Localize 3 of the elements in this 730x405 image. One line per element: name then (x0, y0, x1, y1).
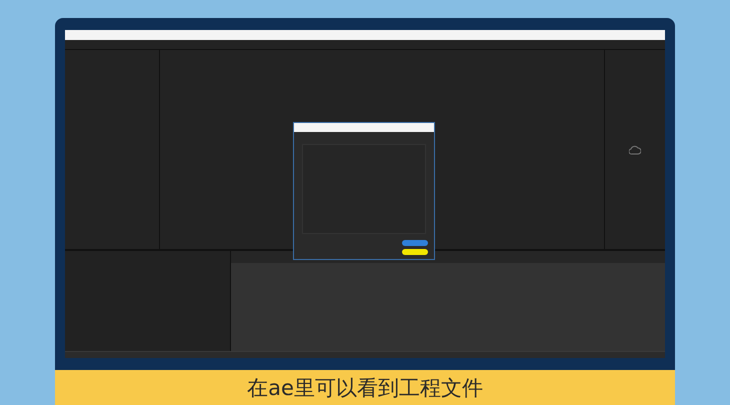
dialog-button[interactable] (402, 249, 428, 255)
cloud-icon (629, 144, 641, 154)
subtitle: 在ae里可以看到工程文件 (247, 374, 483, 402)
